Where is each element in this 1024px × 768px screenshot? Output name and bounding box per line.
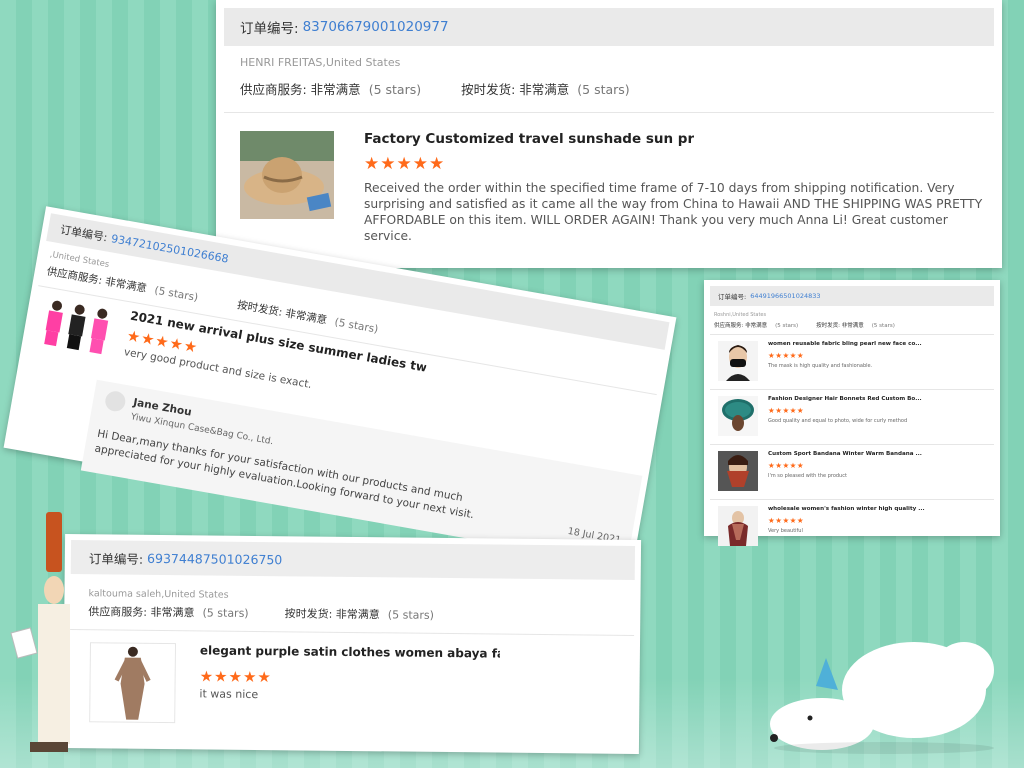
straw-hat-photo[interactable]	[240, 131, 334, 219]
face-mask-model-photo[interactable]	[718, 341, 758, 381]
order-number-bar: 订单编号: 64491966501024833	[710, 286, 994, 306]
review-comment: I'm so pleased with the product	[768, 473, 847, 479]
review-card-accessories: 订单编号: 64491966501024833 Roshni,United St…	[704, 280, 1000, 546]
on-time-stars: (5 stars)	[871, 323, 895, 329]
cartoon-chef-decoration	[8, 512, 72, 758]
product-title[interactable]: Custom Sport Bandana Winter Warm Bandana…	[768, 451, 988, 457]
order-number-link[interactable]: 64491966501024833	[750, 292, 820, 300]
order-number-bar: 订单编号: 83706679001020977	[224, 8, 994, 46]
order-number-link[interactable]: 83706679001020977	[303, 19, 449, 35]
star-rating: ★★★★★	[768, 461, 805, 470]
buyer-name: Roshni,United States	[714, 312, 767, 318]
review-comment: The mask is high quality and fashionable…	[768, 363, 873, 369]
star-rating: ★★★★★	[768, 406, 805, 415]
on-time-stars: (5 stars)	[577, 82, 630, 97]
star-rating: ★★★★★	[768, 351, 805, 360]
review-item: women reusable fabric bling pearl new fa…	[710, 335, 994, 390]
review-item: Factory Customized travel sunshade sun p…	[240, 131, 1002, 244]
order-label: 订单编号:	[59, 223, 109, 245]
order-number-link[interactable]: 69374487501026750	[147, 550, 282, 566]
supplier-service-stars: (5 stars)	[775, 323, 799, 329]
on-time-rating: 按时发货: 非常满意	[284, 607, 380, 622]
polar-bear-decoration	[764, 610, 1004, 760]
review-comment: it was nice	[199, 687, 259, 702]
on-time-rating: 按时发货: 非常满意	[461, 82, 570, 97]
bandana-model-photo[interactable]	[718, 451, 758, 491]
buyer-name: kaltouma saleh,United States	[88, 588, 229, 601]
reply-text: Hi Dear,many thanks for your satisfactio…	[93, 427, 475, 522]
rating-summary: 供应商服务: 非常满意 (5 stars) 按时发货: 非常满意 (5 star…	[714, 321, 1000, 329]
supplier-service-stars: (5 stars)	[153, 284, 199, 304]
review-item: wholesale women's fashion winter high qu…	[710, 500, 994, 555]
order-label: 订单编号:	[88, 550, 144, 567]
order-label: 订单编号:	[240, 21, 299, 37]
on-time-stars: (5 stars)	[333, 316, 380, 336]
rating-summary: 供应商服务: 非常满意 (5 stars) 按时发货: 非常满意 (5 star…	[240, 79, 1002, 98]
order-number-bar: 订单编号: 69374487501026750	[70, 540, 636, 580]
divider	[224, 112, 994, 113]
product-title[interactable]: Factory Customized travel sunshade sun p…	[364, 131, 694, 147]
star-rating: ★★★★★	[199, 667, 272, 687]
review-comment: Good quality and equal to photo, wide fo…	[768, 418, 908, 424]
on-time-rating: 按时发货: 非常满意	[816, 323, 864, 329]
avatar	[103, 389, 127, 413]
abaya-dress-photo[interactable]	[89, 642, 176, 724]
buyer-name: HENRI FREITAS,United States	[240, 56, 401, 69]
hair-bonnet-photo[interactable]	[718, 396, 758, 436]
review-item: Fashion Designer Hair Bonnets Red Custom…	[710, 390, 994, 445]
review-comment: Very beautiful	[768, 528, 803, 534]
supplier-service-rating: 供应商服务: 非常满意	[714, 323, 768, 329]
winter-scarf-photo[interactable]	[718, 506, 758, 546]
supplier-service-stars: (5 stars)	[368, 82, 422, 97]
review-card-hat: 订单编号: 83706679001020977 HENRI FREITAS,Un…	[216, 0, 1002, 268]
supplier-service-rating: 供应商服务: 非常满意	[240, 82, 361, 97]
star-rating: ★★★★★	[768, 516, 805, 525]
outfit-models-photo[interactable]	[31, 293, 120, 374]
divider	[70, 629, 635, 636]
product-title[interactable]: elegant purple satin clothes women abaya…	[200, 643, 500, 660]
order-number-link[interactable]: 93472102501026668	[110, 232, 229, 265]
review-comment: Received the order within the specified …	[364, 181, 983, 243]
product-title[interactable]: Fashion Designer Hair Bonnets Red Custom…	[768, 396, 988, 402]
review-card-abaya: 订单编号: 69374487501026750 kaltouma saleh,U…	[62, 533, 642, 755]
order-label: 订单编号:	[718, 293, 747, 301]
star-rating: ★★★★★	[364, 154, 446, 174]
on-time-stars: (5 stars)	[387, 608, 435, 622]
product-title[interactable]: wholesale women's fashion winter high qu…	[768, 506, 988, 512]
rating-summary: 供应商服务: 非常满意 (5 stars) 按时发货: 非常满意 (5 star…	[88, 603, 640, 625]
supplier-service-rating: 供应商服务: 非常满意	[88, 605, 195, 620]
supplier-service-stars: (5 stars)	[202, 606, 249, 620]
product-title[interactable]: women reusable fabric bling pearl new fa…	[768, 341, 988, 347]
review-item: Custom Sport Bandana Winter Warm Bandana…	[710, 445, 994, 500]
review-item: elegant purple satin clothes women abaya…	[89, 642, 640, 728]
